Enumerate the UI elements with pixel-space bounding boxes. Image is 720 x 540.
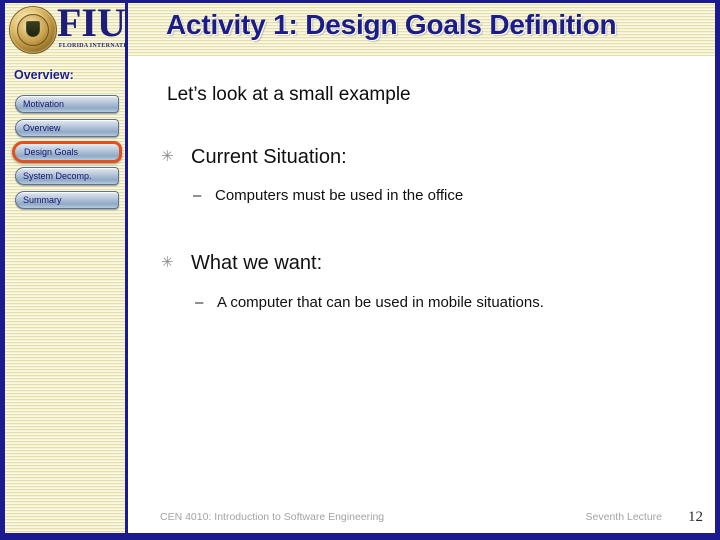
sidebar-heading: Overview: bbox=[14, 68, 74, 82]
bullet-item: ✳ Current Situation: bbox=[161, 146, 347, 169]
footer-course-label: CEN 4010: Introduction to Software Engin… bbox=[160, 511, 385, 523]
sidebar-item-summary[interactable]: Summary bbox=[15, 191, 119, 209]
sub-bullet-item: – A computer that can be used in mobile s… bbox=[195, 294, 544, 311]
bullet-item: ✳ What we want: bbox=[161, 252, 322, 275]
sidebar-item-system-decomp[interactable]: System Decomp. bbox=[15, 167, 119, 185]
asterisk-bullet-icon: ✳ bbox=[161, 148, 174, 165]
footer-lecture-label: Seventh Lecture bbox=[585, 511, 662, 523]
title-band: FIU FLORIDA INTERNATIONAL UNIVERSITY Act… bbox=[5, 3, 715, 56]
sub-bullet-item: – Computers must be used in the office bbox=[193, 187, 463, 204]
fiu-wordmark: FIU bbox=[57, 3, 126, 45]
university-logo: FIU FLORIDA INTERNATIONAL UNIVERSITY bbox=[5, 3, 128, 56]
sub-bullet-label: Computers must be used in the office bbox=[215, 187, 464, 204]
fiu-wordmark-subtitle: FLORIDA INTERNATIONAL UNIVERSITY bbox=[58, 43, 126, 49]
fiu-seal-inner-ring bbox=[17, 14, 49, 46]
fiu-seal-shield-icon bbox=[26, 21, 40, 38]
title-area: Activity 1: Design Goals Definition bbox=[128, 3, 715, 56]
lead-statement: Let’s look at a small example bbox=[167, 84, 411, 105]
sidebar-item-overview[interactable]: Overview bbox=[15, 119, 119, 137]
bullet-label: What we want: bbox=[191, 252, 323, 274]
slide-content: Let’s look at a small example ✳ Current S… bbox=[131, 56, 715, 533]
slide-canvas: FIU FLORIDA INTERNATIONAL UNIVERSITY Act… bbox=[0, 0, 720, 540]
sidebar-item-motivation[interactable]: Motivation bbox=[15, 95, 119, 113]
bullet-label: Current Situation: bbox=[191, 146, 347, 168]
sidebar-item-design-goals[interactable]: Design Goals bbox=[12, 141, 122, 163]
dash-bullet-icon: – bbox=[193, 187, 202, 204]
footer-page-number: 12 bbox=[688, 509, 703, 525]
sub-bullet-label: A computer that can be used in mobile si… bbox=[217, 294, 544, 311]
dash-bullet-icon: – bbox=[195, 294, 204, 311]
asterisk-bullet-icon: ✳ bbox=[161, 254, 174, 271]
sidebar: Overview: Motivation Overview Design Goa… bbox=[5, 56, 128, 533]
page-title: Activity 1: Design Goals Definition bbox=[166, 9, 617, 40]
fiu-seal-icon bbox=[9, 6, 57, 54]
